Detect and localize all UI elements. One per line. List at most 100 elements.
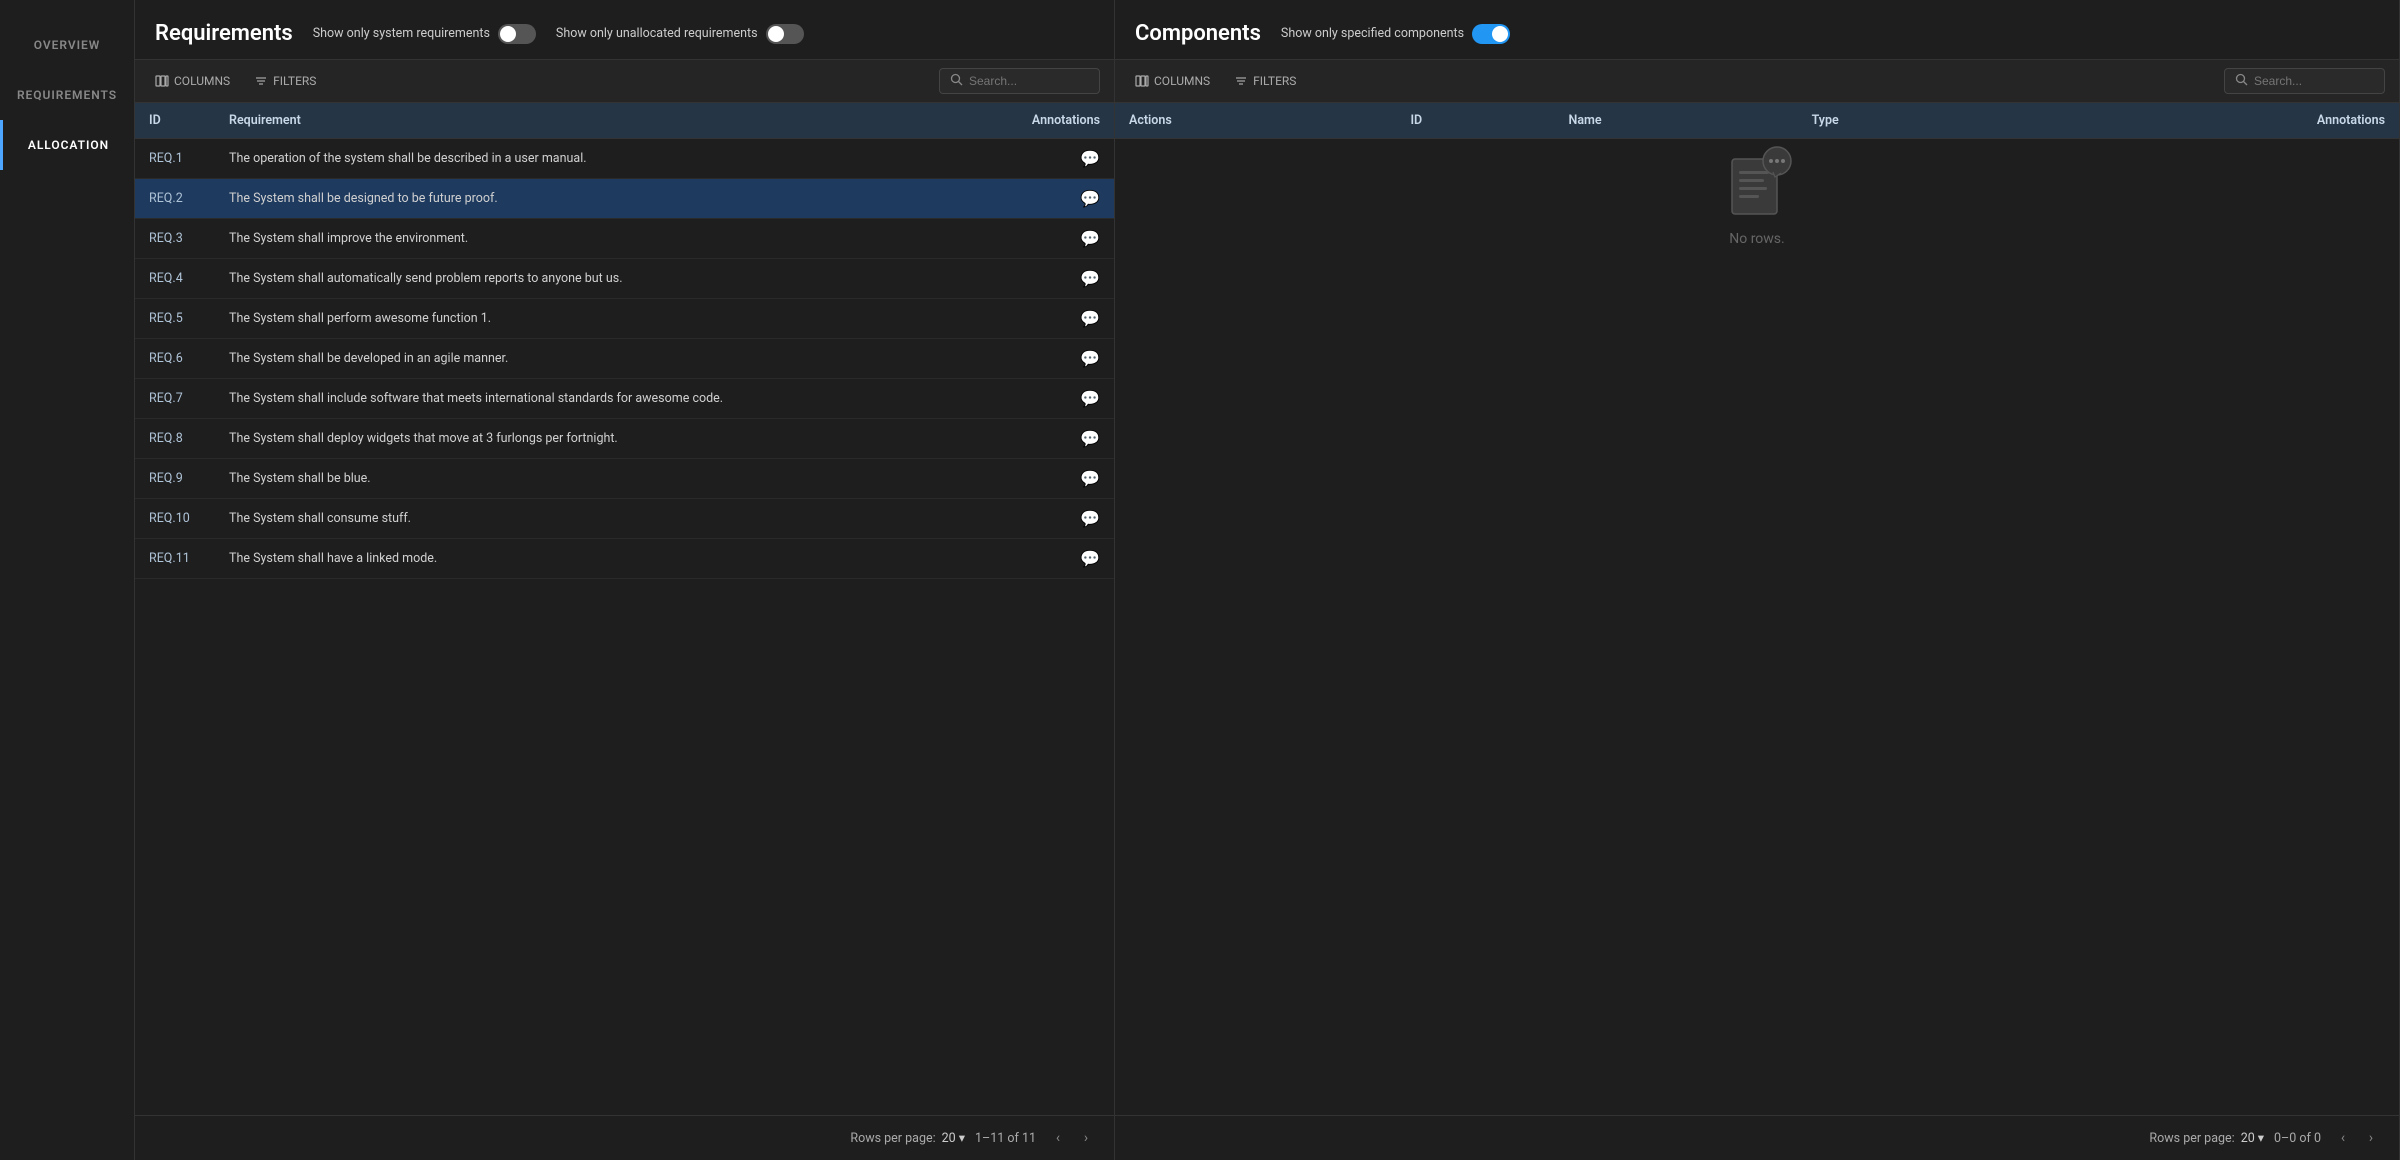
req-annotation-cell: 💬	[1018, 339, 1114, 379]
comp-filters-icon	[1234, 74, 1248, 88]
toggle-specified-switch[interactable]	[1472, 24, 1510, 44]
req-id-cell: REQ.11	[135, 539, 215, 579]
col-annotations: Annotations	[1018, 103, 1114, 139]
comp-col-id: ID	[1396, 103, 1554, 139]
comp-columns-button[interactable]: COLUMNS	[1129, 70, 1216, 92]
toggle-system-switch[interactable]	[498, 24, 536, 44]
requirements-table-body: REQ.1 The operation of the system shall …	[135, 139, 1114, 579]
sidebar: OVERVIEW REQUIREMENTS ALLOCATION	[0, 0, 135, 1160]
comp-rows-per-page-group: Rows per page: 20 ▾	[2149, 1130, 2264, 1146]
table-row[interactable]: REQ.11 The System shall have a linked mo…	[135, 539, 1114, 579]
req-id-cell: REQ.4	[135, 259, 215, 299]
comp-rows-per-page-label: Rows per page:	[2149, 1131, 2234, 1146]
annotation-icon: 💬	[1080, 189, 1100, 208]
table-row[interactable]: REQ.2 The System shall be designed to be…	[135, 179, 1114, 219]
req-id-cell: REQ.5	[135, 299, 215, 339]
req-text-cell: The System shall automatically send prob…	[215, 259, 1018, 299]
rows-per-page-select[interactable]: 20 ▾	[942, 1130, 965, 1146]
rows-dropdown-icon: ▾	[959, 1130, 965, 1146]
req-annotation-cell: 💬	[1018, 179, 1114, 219]
components-search-input[interactable]	[2254, 74, 2374, 88]
requirements-toolbar: COLUMNS FILTERS	[135, 60, 1114, 103]
filters-icon	[254, 74, 268, 88]
components-title: Components	[1135, 21, 1261, 46]
page-nav: ‹ ›	[1046, 1126, 1098, 1150]
requirements-title: Requirements	[155, 21, 293, 46]
requirements-search-input[interactable]	[969, 74, 1089, 88]
table-row[interactable]: REQ.7 The System shall include software …	[135, 379, 1114, 419]
requirements-panel: Requirements Show only system requiremen…	[135, 0, 1115, 1160]
req-annotation-cell: 💬	[1018, 419, 1114, 459]
comp-prev-page-button[interactable]: ‹	[2331, 1126, 2355, 1150]
table-row[interactable]: REQ.1 The operation of the system shall …	[135, 139, 1114, 179]
components-pagination: Rows per page: 20 ▾ 0–0 of 0 ‹ ›	[1115, 1115, 2399, 1160]
search-icon	[950, 73, 963, 89]
rows-per-page-value: 20	[942, 1131, 956, 1146]
comp-next-page-button[interactable]: ›	[2359, 1126, 2383, 1150]
req-annotation-cell: 💬	[1018, 499, 1114, 539]
rows-per-page-group: Rows per page: 20 ▾	[850, 1130, 965, 1146]
table-row[interactable]: REQ.10 The System shall consume stuff. 💬	[135, 499, 1114, 539]
req-annotation-cell: 💬	[1018, 379, 1114, 419]
req-id-cell: REQ.8	[135, 419, 215, 459]
req-text-cell: The System shall consume stuff.	[215, 499, 1018, 539]
table-row[interactable]: REQ.6 The System shall be developed in a…	[135, 339, 1114, 379]
components-table: Actions ID Name Type Annotations	[1115, 103, 2399, 139]
sidebar-item-requirements[interactable]: REQUIREMENTS	[0, 70, 134, 120]
req-id-cell: REQ.3	[135, 219, 215, 259]
prev-page-button[interactable]: ‹	[1046, 1126, 1070, 1150]
annotation-icon: 💬	[1080, 389, 1100, 408]
annotation-icon: 💬	[1080, 549, 1100, 568]
components-search-box[interactable]	[2224, 68, 2385, 94]
annotation-icon: 💬	[1080, 509, 1100, 528]
req-annotation-cell: 💬	[1018, 219, 1114, 259]
no-rows-text: No rows.	[1729, 231, 1784, 247]
comp-filters-label: FILTERS	[1253, 74, 1296, 88]
req-annotation-cell: 💬	[1018, 459, 1114, 499]
toggle-unallocated-switch[interactable]	[766, 24, 804, 44]
components-table-container: Actions ID Name Type Annotations	[1115, 103, 2399, 1115]
table-row[interactable]: REQ.3 The System shall improve the envir…	[135, 219, 1114, 259]
columns-button[interactable]: COLUMNS	[149, 70, 236, 92]
sidebar-item-overview[interactable]: OVERVIEW	[0, 20, 134, 70]
comp-rows-per-page-select[interactable]: 20 ▾	[2241, 1130, 2264, 1146]
comp-columns-label: COLUMNS	[1154, 74, 1210, 88]
req-id-cell: REQ.10	[135, 499, 215, 539]
comp-search-icon	[2235, 73, 2248, 89]
req-annotation-cell: 💬	[1018, 299, 1114, 339]
requirements-header: Requirements Show only system requiremen…	[135, 0, 1114, 60]
sidebar-item-allocation[interactable]: ALLOCATION	[0, 120, 134, 170]
toggle-unallocated: Show only unallocated requirements	[556, 24, 804, 44]
table-row[interactable]: REQ.5 The System shall perform awesome f…	[135, 299, 1114, 339]
columns-icon	[155, 74, 169, 88]
components-panel: Components Show only specified component…	[1115, 0, 2400, 1160]
annotation-icon: 💬	[1080, 309, 1100, 328]
req-annotation-cell: 💬	[1018, 259, 1114, 299]
next-page-button[interactable]: ›	[1074, 1126, 1098, 1150]
req-text-cell: The System shall be blue.	[215, 459, 1018, 499]
page-info: 1–11 of 11	[975, 1131, 1036, 1146]
table-row[interactable]: REQ.8 The System shall deploy widgets th…	[135, 419, 1114, 459]
req-id-cell: REQ.2	[135, 179, 215, 219]
filters-button[interactable]: FILTERS	[248, 70, 322, 92]
req-annotation-cell: 💬	[1018, 539, 1114, 579]
req-id-cell: REQ.7	[135, 379, 215, 419]
comp-col-actions: Actions	[1115, 103, 1396, 139]
comp-filters-button[interactable]: FILTERS	[1228, 70, 1302, 92]
req-text-cell: The System shall be designed to be futur…	[215, 179, 1018, 219]
req-id-cell: REQ.1	[135, 139, 215, 179]
req-id-cell: REQ.9	[135, 459, 215, 499]
columns-label: COLUMNS	[174, 74, 230, 88]
req-annotation-cell: 💬	[1018, 139, 1114, 179]
requirements-pagination: Rows per page: 20 ▾ 1–11 of 11 ‹ ›	[135, 1115, 1114, 1160]
req-text-cell: The System shall deploy widgets that mov…	[215, 419, 1018, 459]
no-rows-icon	[1717, 139, 1797, 219]
table-row[interactable]: REQ.4 The System shall automatically sen…	[135, 259, 1114, 299]
annotation-icon: 💬	[1080, 229, 1100, 248]
annotation-icon: 💬	[1080, 429, 1100, 448]
filters-label: FILTERS	[273, 74, 316, 88]
comp-rows-per-page-value: 20	[2241, 1131, 2255, 1146]
comp-columns-icon	[1135, 74, 1149, 88]
table-row[interactable]: REQ.9 The System shall be blue. 💬	[135, 459, 1114, 499]
requirements-search-box[interactable]	[939, 68, 1100, 94]
